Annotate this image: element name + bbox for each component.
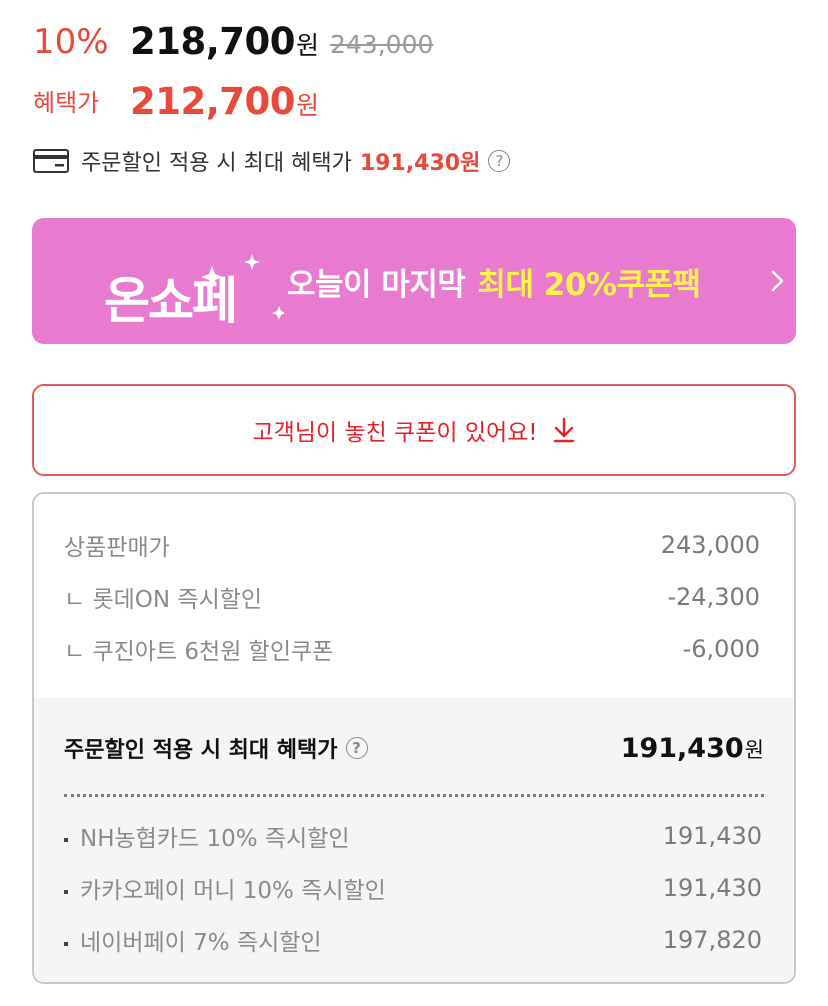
total-row: 주문할인 적용 시 최대 혜택가 ? 191,430원 bbox=[64, 732, 764, 764]
original-price: 243,000 bbox=[330, 30, 434, 59]
price-breakdown: 상품판매가 243,000 ㄴ 롯데ON 즉시할인 -24,300 ㄴ 쿠진아트… bbox=[32, 492, 796, 984]
payment-row: NH농협카드 10% 즉시할인 191,430 bbox=[64, 819, 762, 853]
credit-card-icon bbox=[33, 149, 69, 173]
max-benefit-row: 주문할인 적용 시 최대 혜택가 191,430원 ? bbox=[33, 145, 511, 177]
total-label: 주문할인 적용 시 최대 혜택가 ? bbox=[64, 732, 368, 764]
sale-price-unit: 원 bbox=[296, 31, 319, 60]
sparkle-icon bbox=[272, 306, 284, 320]
banner-highlight: 최대 20%쿠폰팩 bbox=[477, 266, 701, 303]
sparkle-icon bbox=[244, 254, 260, 270]
total-value-unit: 원 bbox=[744, 737, 764, 762]
benefit-label: 혜택가 bbox=[33, 89, 100, 117]
chevron-right-icon bbox=[771, 270, 784, 292]
banner-message: 오늘이 마지막 bbox=[287, 266, 466, 303]
dotted-divider bbox=[64, 794, 764, 797]
onshope-logo: 온쇼페 bbox=[104, 254, 284, 330]
breakdown-row: 상품판매가 243,000 bbox=[64, 528, 760, 562]
banner-text: 오늘이 마지막 최대 20%쿠폰팩 bbox=[287, 218, 701, 344]
bullet-icon bbox=[64, 837, 68, 842]
payment-label: 네이버페이 7% 즉시할인 bbox=[64, 923, 322, 957]
help-icon[interactable]: ? bbox=[345, 737, 368, 759]
payment-row: 네이버페이 7% 즉시할인 197,820 bbox=[64, 923, 762, 957]
breakdown-label: ㄴ 롯데ON 즉시할인 bbox=[64, 587, 263, 613]
bullet-icon bbox=[64, 941, 68, 946]
promo-banner[interactable]: 온쇼페 오늘이 마지막 최대 20%쿠폰팩 bbox=[32, 218, 796, 344]
payment-value: 197,820 bbox=[662, 926, 762, 954]
help-icon[interactable]: ? bbox=[488, 150, 511, 172]
banner-logo-text: 온쇼페 bbox=[104, 272, 236, 330]
missed-coupon-label: 고객님이 놓친 쿠폰이 있어요! bbox=[252, 420, 538, 446]
total-value: 191,430원 bbox=[621, 733, 764, 764]
sale-price: 218,700원 bbox=[130, 20, 319, 68]
benefit-price-value: 212,700 bbox=[130, 80, 296, 123]
benefit-price: 212,700원 bbox=[130, 80, 319, 128]
bullet-icon bbox=[64, 889, 68, 894]
breakdown-value: -24,300 bbox=[667, 583, 760, 611]
total-label-text: 주문할인 적용 시 최대 혜택가 bbox=[64, 738, 338, 763]
benefit-price-unit: 원 bbox=[296, 91, 319, 120]
payment-value: 191,430 bbox=[662, 822, 762, 850]
payment-label: 카카오페이 머니 10% 즉시할인 bbox=[64, 871, 386, 905]
max-benefit-value: 191,430원 bbox=[359, 151, 481, 176]
breakdown-label: 상품판매가 bbox=[64, 535, 170, 561]
discount-rate: 10% bbox=[33, 22, 109, 62]
price-breakdown-items: 상품판매가 243,000 ㄴ 롯데ON 즉시할인 -24,300 ㄴ 쿠진아트… bbox=[34, 494, 794, 698]
breakdown-label: ㄴ 쿠진아트 6천원 할인쿠폰 bbox=[64, 639, 334, 665]
breakdown-row: ㄴ 쿠진아트 6천원 할인쿠폰 -6,000 bbox=[64, 632, 760, 666]
missed-coupon-button[interactable]: 고객님이 놓친 쿠폰이 있어요! bbox=[32, 384, 796, 476]
total-value-number: 191,430 bbox=[620, 732, 744, 764]
payment-value: 191,430 bbox=[662, 874, 762, 902]
sale-price-value: 218,700 bbox=[130, 20, 296, 63]
breakdown-value: 243,000 bbox=[660, 531, 760, 559]
payment-label: NH농협카드 10% 즉시할인 bbox=[64, 819, 350, 853]
max-benefit-label: 주문할인 적용 시 최대 혜택가 bbox=[81, 151, 352, 176]
download-arrow-icon bbox=[553, 417, 574, 443]
payment-row: 카카오페이 머니 10% 즉시할인 191,430 bbox=[64, 871, 762, 905]
breakdown-row: ㄴ 롯데ON 즉시할인 -24,300 bbox=[64, 580, 760, 614]
breakdown-value: -6,000 bbox=[682, 635, 760, 663]
